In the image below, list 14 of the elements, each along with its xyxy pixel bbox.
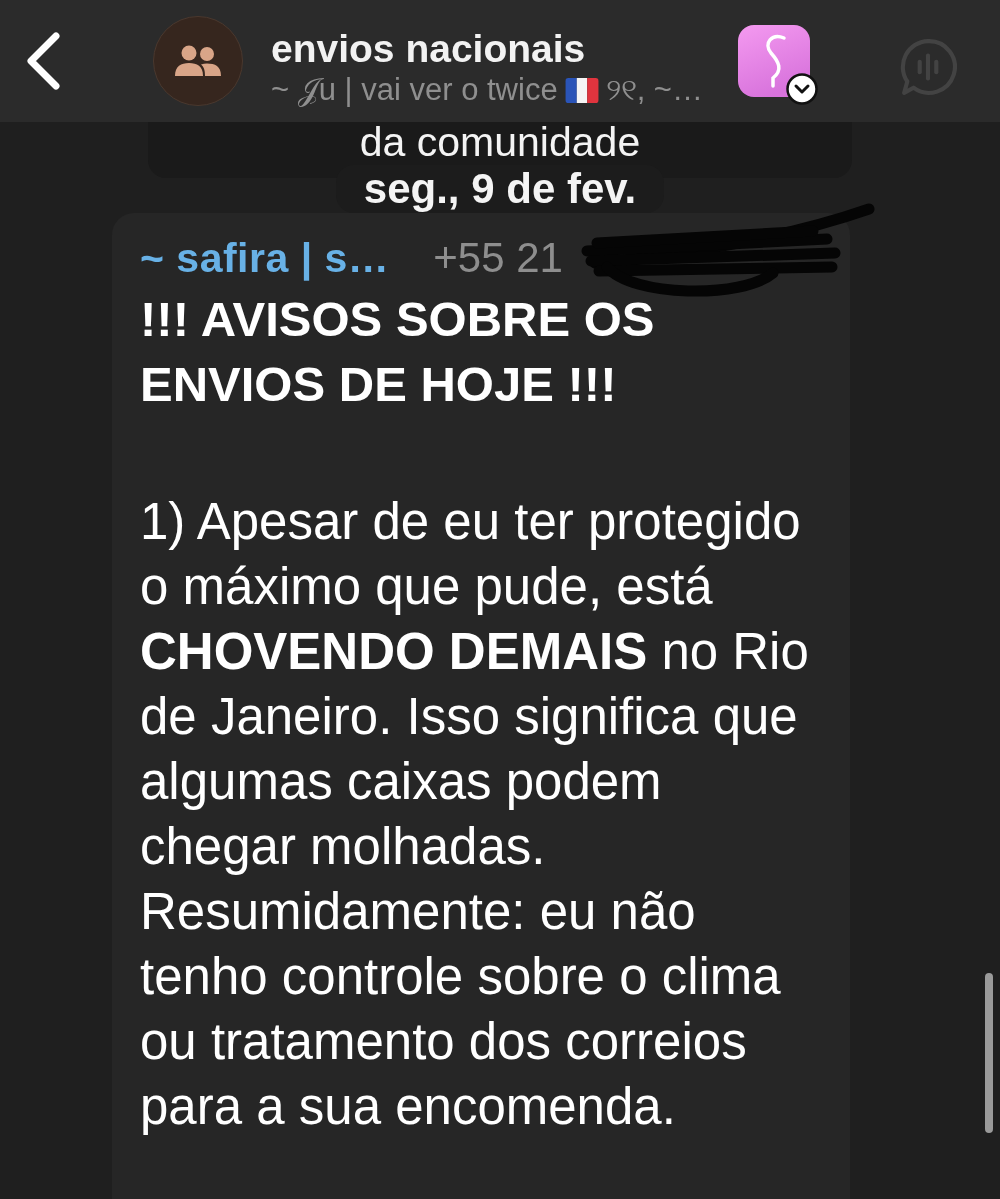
waveform-bubble-icon <box>899 38 957 96</box>
people-icon <box>174 45 222 77</box>
chat-title: envios nacionais <box>271 26 587 72</box>
app-tile-button[interactable] <box>738 25 818 105</box>
message-text: 1) Apesar de eu ter protegido o máximo que pude, está CHOVENDO DEMAIS no Rio de Janeiro. Isso significa que algumas caixas podem chegar molhadas. Resumidamente: eu não tenho controle sobre o clima ou tratamento dos correios para a sua encomenda. <box>140 492 810 1137</box>
back-chevron-icon <box>25 32 61 90</box>
sender-name[interactable]: ~ safira | s… <box>140 233 390 283</box>
sender-phone: +55 21 <box>433 233 563 283</box>
chat-subtitle: ୨୧, ~… <box>605 72 703 108</box>
chat-subtitle: ~ 𝒥u | vai ver o twice <box>271 72 558 108</box>
app-logo-icon <box>738 25 810 97</box>
flag-icon <box>564 77 599 103</box>
chevron-down-icon <box>786 73 818 105</box>
message-heading: !!! AVISOS SOBRE OS ENVIOS DE HOJE !!! <box>140 291 656 413</box>
